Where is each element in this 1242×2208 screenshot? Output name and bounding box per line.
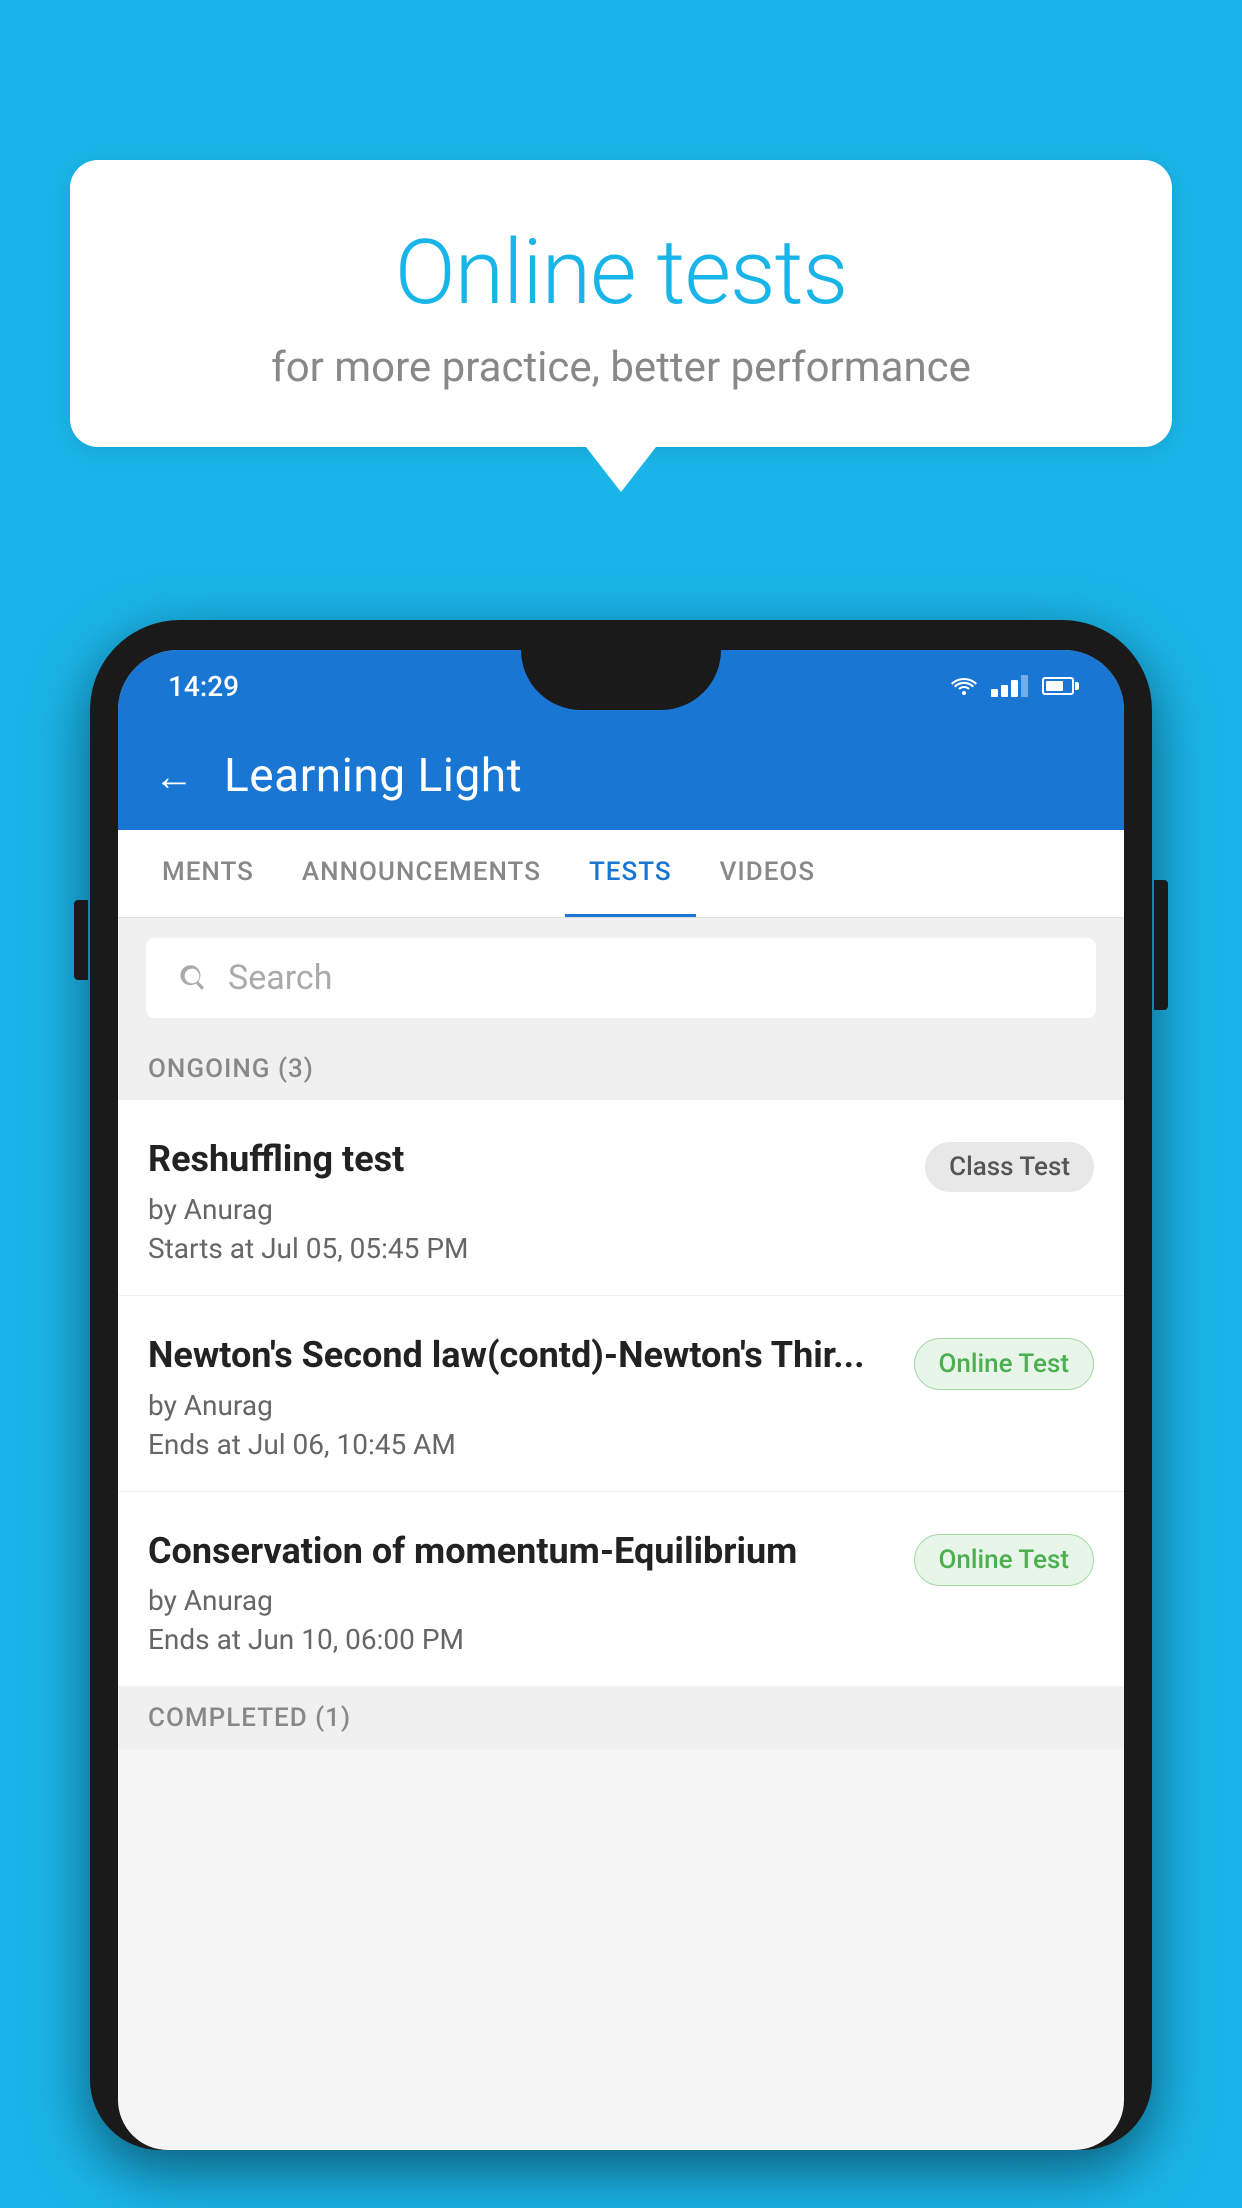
app-title: Learning Light	[224, 749, 522, 803]
tab-announcements[interactable]: ANNOUNCEMENTS	[278, 830, 565, 917]
back-button[interactable]: ←	[154, 753, 194, 800]
tabs-bar: MENTS ANNOUNCEMENTS TESTS VIDEOS	[118, 830, 1124, 918]
test-badge-online: Online Test	[914, 1534, 1095, 1586]
bubble-tail	[586, 447, 656, 492]
test-list: Reshuffling test by Anurag Starts at Jul…	[118, 1100, 1124, 1687]
completed-section-header: COMPLETED (1)	[118, 1687, 1124, 1749]
test-info: Conservation of momentum-Equilibrium by …	[148, 1528, 914, 1657]
promo-bubble: Online tests for more practice, better p…	[70, 160, 1172, 492]
phone-frame: 14:29	[90, 620, 1152, 2150]
status-time: 14:29	[168, 670, 239, 703]
test-time: Starts at Jul 05, 05:45 PM	[148, 1232, 905, 1265]
search-box[interactable]: Search	[146, 938, 1096, 1018]
tab-ments[interactable]: MENTS	[138, 830, 278, 917]
test-name: Reshuffling test	[148, 1136, 905, 1183]
app-bar: ← Learning Light	[118, 722, 1124, 830]
status-icons	[951, 675, 1074, 697]
test-info: Newton's Second law(contd)-Newton's Thir…	[148, 1332, 914, 1461]
signal-icon	[991, 675, 1028, 697]
search-placeholder: Search	[228, 958, 332, 998]
test-by: by Anurag	[148, 1193, 905, 1226]
test-item[interactable]: Reshuffling test by Anurag Starts at Jul…	[118, 1100, 1124, 1296]
phone-mockup: 14:29	[90, 620, 1152, 2208]
bubble-title: Online tests	[150, 220, 1092, 325]
tab-tests[interactable]: TESTS	[565, 830, 696, 917]
search-icon	[176, 962, 208, 994]
test-time: Ends at Jul 06, 10:45 AM	[148, 1428, 894, 1461]
bubble-card: Online tests for more practice, better p…	[70, 160, 1172, 447]
test-time: Ends at Jun 10, 06:00 PM	[148, 1623, 894, 1656]
search-container: Search	[118, 918, 1124, 1038]
test-name: Conservation of momentum-Equilibrium	[148, 1528, 894, 1575]
test-item[interactable]: Newton's Second law(contd)-Newton's Thir…	[118, 1296, 1124, 1492]
bubble-subtitle: for more practice, better performance	[150, 343, 1092, 392]
wifi-icon	[951, 676, 977, 696]
status-bar: 14:29	[118, 650, 1124, 722]
test-info: Reshuffling test by Anurag Starts at Jul…	[148, 1136, 925, 1265]
phone-screen: 14:29	[118, 650, 1124, 2150]
test-name: Newton's Second law(contd)-Newton's Thir…	[148, 1332, 894, 1379]
battery-icon	[1042, 677, 1074, 695]
tab-videos[interactable]: VIDEOS	[696, 830, 839, 917]
test-badge-online: Online Test	[914, 1338, 1095, 1390]
test-badge-class: Class Test	[925, 1142, 1094, 1192]
test-by: by Anurag	[148, 1389, 894, 1422]
ongoing-section-header: ONGOING (3)	[118, 1038, 1124, 1100]
test-by: by Anurag	[148, 1584, 894, 1617]
test-item[interactable]: Conservation of momentum-Equilibrium by …	[118, 1492, 1124, 1688]
